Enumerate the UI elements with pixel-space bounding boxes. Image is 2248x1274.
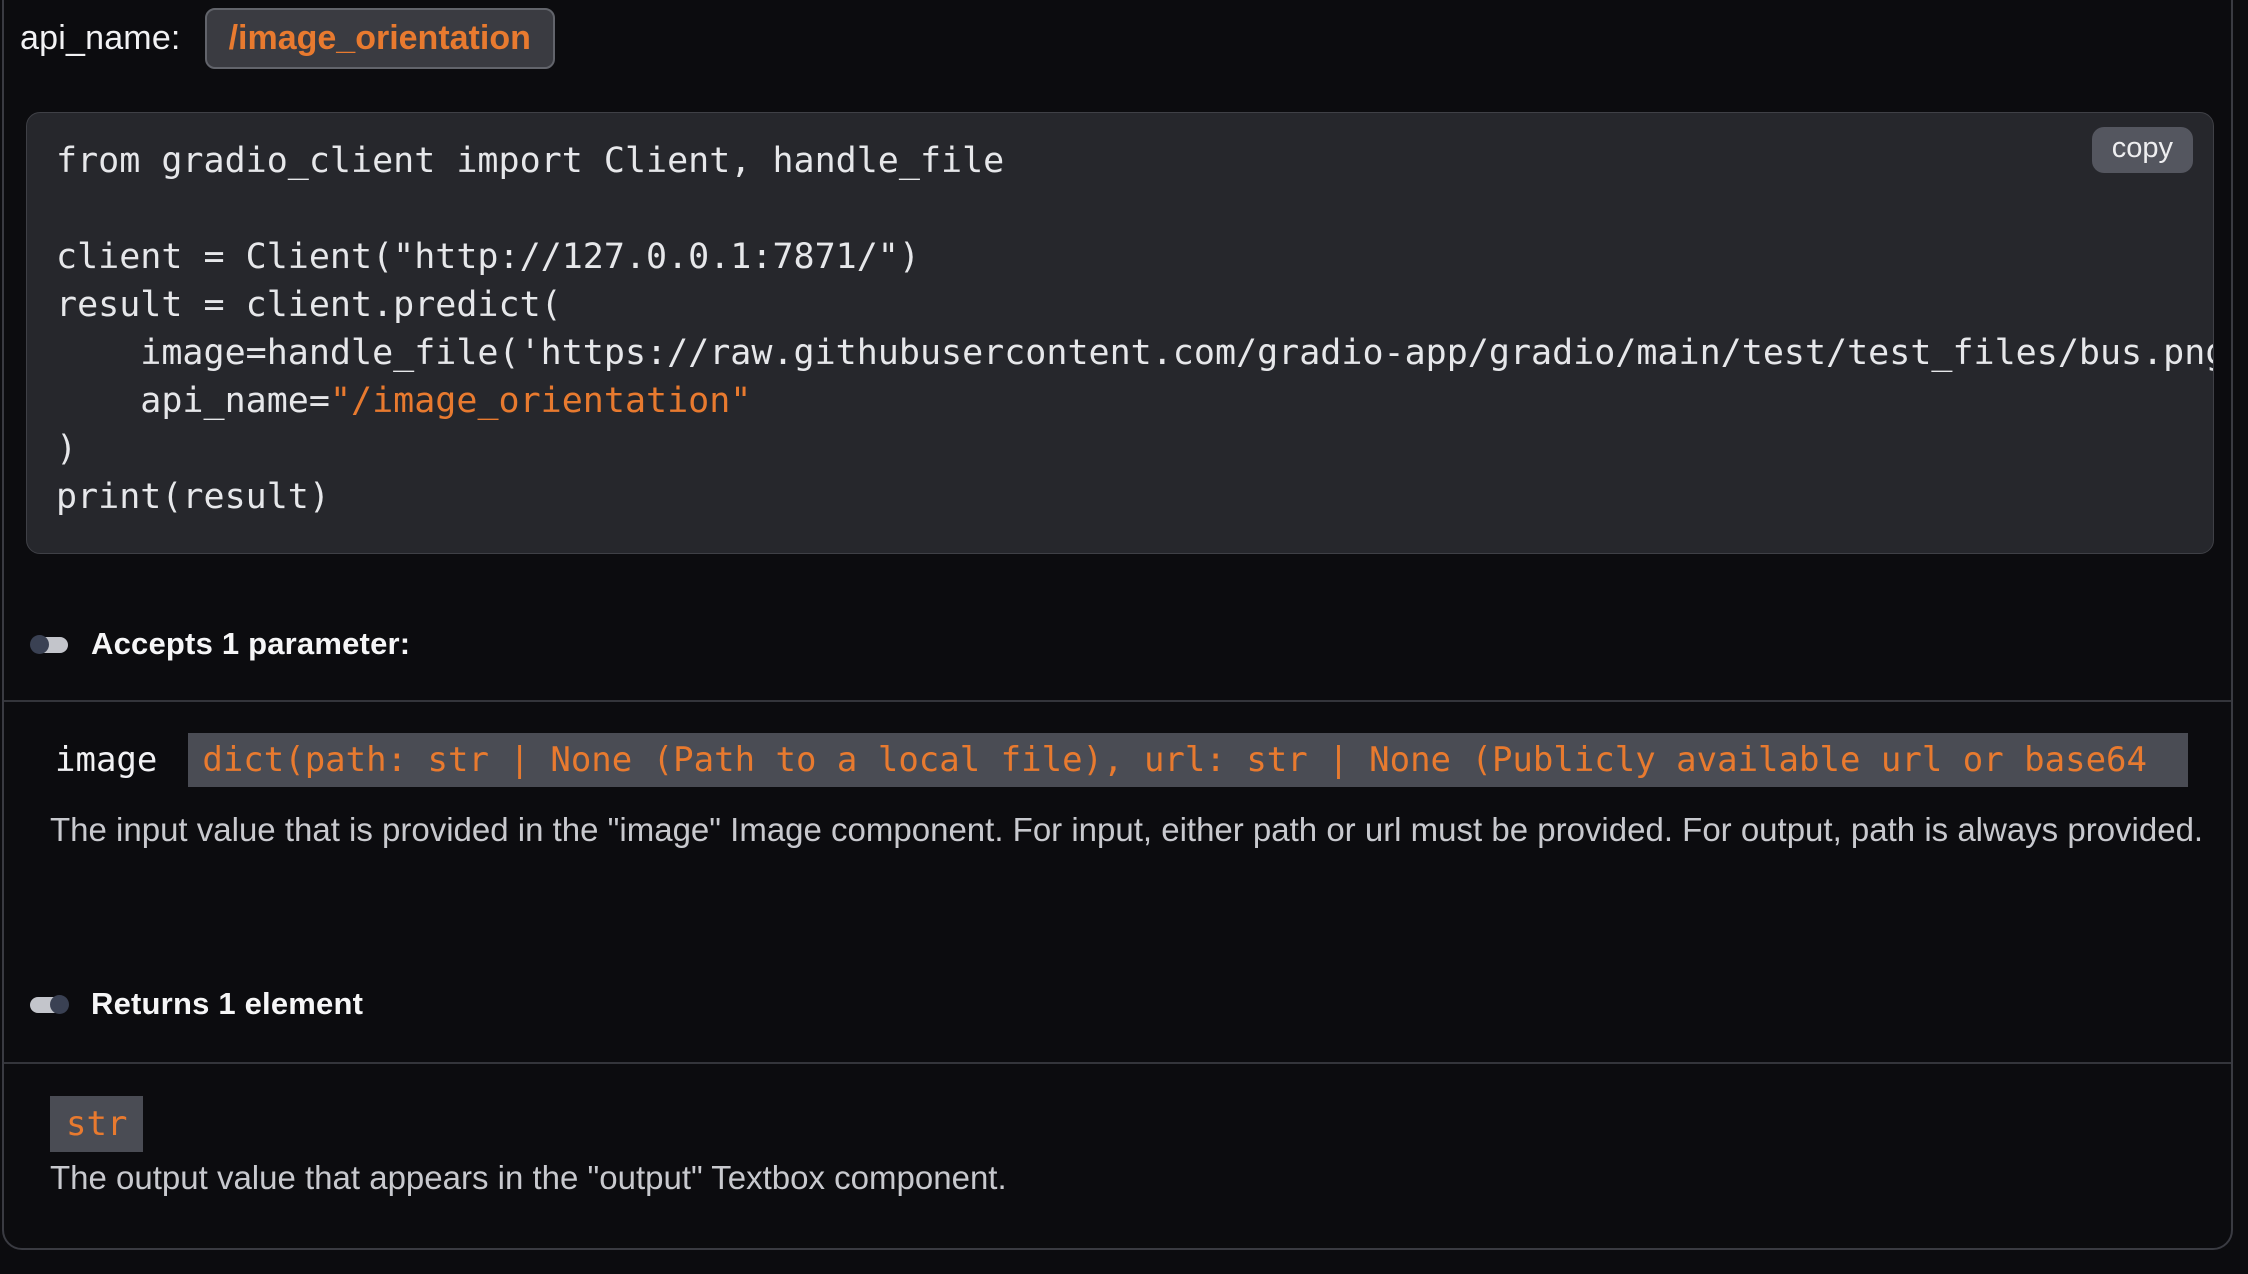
code-line-client: client = Client("http://127.0.0.1:7871/"… bbox=[56, 233, 2213, 281]
code-api-name-string: "/image_orientation" bbox=[330, 381, 751, 421]
return-type-annotation: str bbox=[50, 1096, 143, 1152]
api-name-header: api_name: /image_orientation bbox=[20, 8, 555, 69]
accepts-section-heading: Accepts 1 parameter: bbox=[30, 626, 410, 662]
code-line-print: print(result) bbox=[56, 473, 2213, 521]
parameter-type-annotation: dict(path: str | None (Path to a local f… bbox=[188, 733, 2188, 787]
accepts-heading-text: Accepts 1 parameter: bbox=[91, 626, 410, 662]
divider bbox=[4, 700, 2231, 702]
returns-section-heading: Returns 1 element bbox=[30, 986, 363, 1022]
parameter-description: The input value that is provided in the … bbox=[50, 800, 2210, 860]
code-content: from gradio_client import Client, handle… bbox=[56, 137, 2213, 521]
input-parameter-icon bbox=[30, 635, 69, 654]
code-line-image-arg: image=handle_file('https://raw.githubuse… bbox=[56, 329, 2213, 377]
parameter-row: image dict(path: str | None (Path to a l… bbox=[55, 733, 2188, 787]
code-line-predict: result = client.predict( bbox=[56, 281, 2213, 329]
code-snippet-block: copy from gradio_client import Client, h… bbox=[26, 112, 2214, 554]
code-line-api-name: api_name="/image_orientation" bbox=[56, 377, 2213, 425]
api-endpoint-badge: /image_orientation bbox=[205, 8, 555, 69]
code-api-name-prefix: api_name= bbox=[56, 381, 330, 421]
code-line-blank bbox=[56, 185, 2213, 233]
return-description: The output value that appears in the "ou… bbox=[50, 1148, 2210, 1208]
code-line-import: from gradio_client import Client, handle… bbox=[56, 137, 2213, 185]
api-name-label: api_name: bbox=[20, 19, 181, 58]
parameter-name: image bbox=[55, 740, 157, 780]
divider bbox=[4, 1062, 2231, 1064]
copy-button[interactable]: copy bbox=[2092, 127, 2193, 173]
gradio-api-docs-page: api_name: /image_orientation copy from g… bbox=[0, 0, 2248, 1274]
returns-heading-text: Returns 1 element bbox=[91, 986, 363, 1022]
output-element-icon bbox=[30, 995, 69, 1014]
code-line-close-paren: ) bbox=[56, 425, 2213, 473]
